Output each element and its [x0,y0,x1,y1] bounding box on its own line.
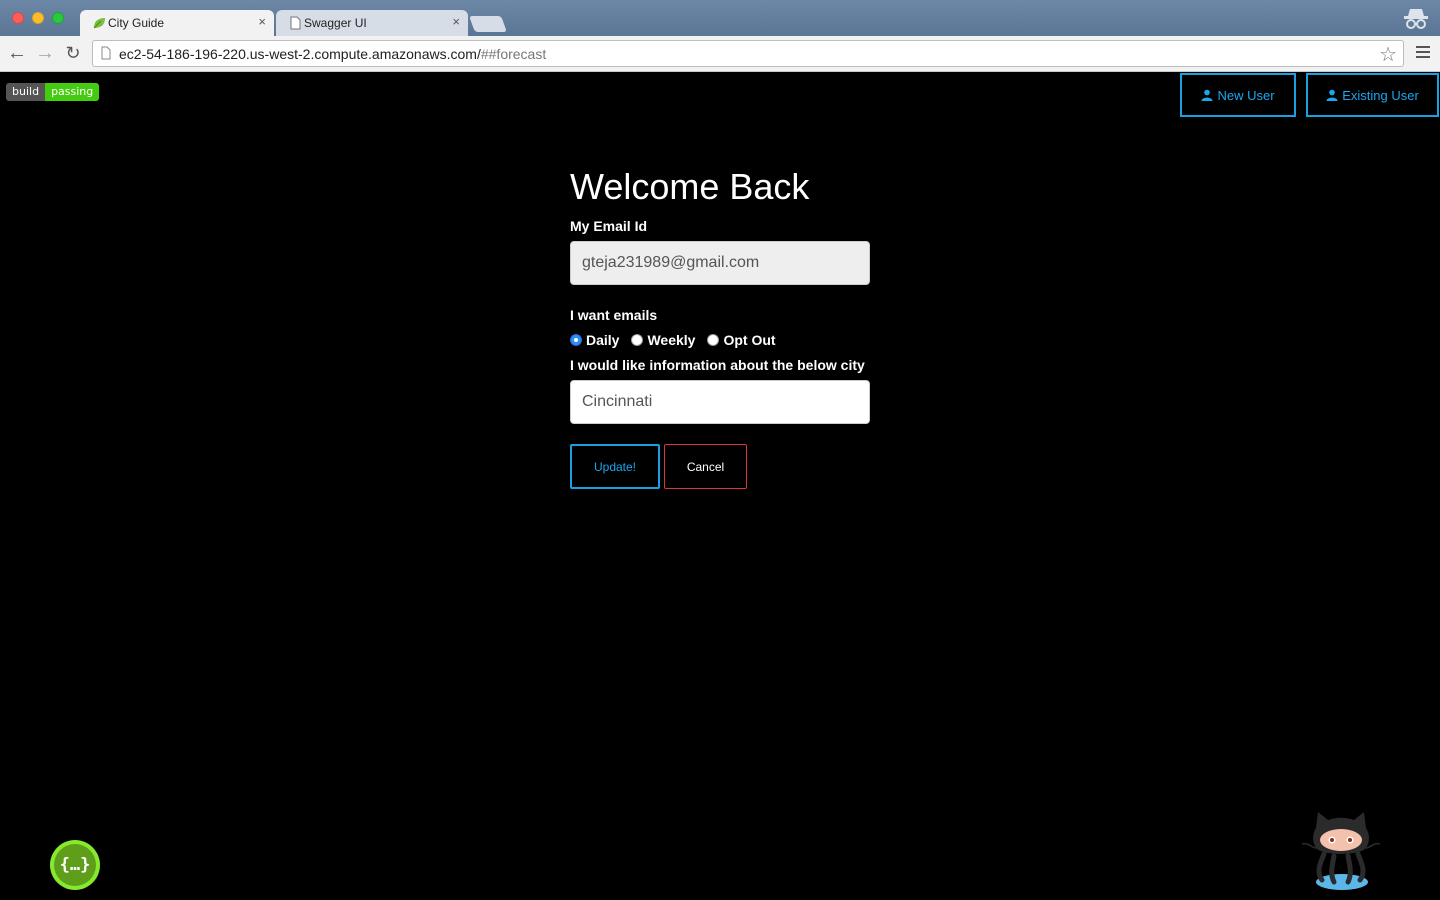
radio-button[interactable] [631,334,644,346]
radio-opt-out[interactable]: Opt Out [707,332,776,348]
email-frequency-radio-group: Daily Weekly Opt Out [570,332,788,348]
reload-icon[interactable]: ↻ [62,42,84,64]
tab-city-guide[interactable]: City Guide × [80,10,274,36]
page-icon [101,46,111,60]
email-field[interactable]: gteja231989@gmail.com [570,241,870,285]
close-tab-icon[interactable]: × [258,14,266,29]
close-tab-icon[interactable]: × [452,14,460,29]
swagger-logo-icon[interactable]: {…} [50,840,100,890]
build-status-badge[interactable]: build passing [6,83,100,101]
radio-button[interactable] [707,334,720,346]
new-user-label: New User [1217,87,1275,103]
cancel-button[interactable]: Cancel [664,444,747,489]
radio-label: Daily [586,332,620,348]
incognito-icon [1404,9,1428,29]
browser-chrome: City Guide × Swagger UI × ← → ↻ ec2-54-1… [0,0,1440,72]
radio-daily[interactable]: Daily [570,332,619,348]
update-button[interactable]: Update! [570,444,660,489]
email-label: My Email Id [570,218,648,234]
menu-icon[interactable] [1416,46,1430,60]
new-tab-button[interactable] [469,16,507,32]
radio-weekly[interactable]: Weekly [631,332,695,348]
radio-button[interactable] [570,334,582,346]
user-icon [1326,89,1338,101]
badge-status: passing [45,83,100,101]
tab-title: City Guide [108,16,165,30]
minimize-window-button[interactable] [32,12,44,24]
browser-toolbar: ← → ↻ ec2-54-186-196-220.us-west-2.compu… [0,36,1440,72]
document-favicon-icon [290,16,301,30]
tab-bar: City Guide × Swagger UI × [0,0,1440,36]
emails-frequency-label: I want emails [570,307,658,323]
new-user-button[interactable]: New User [1180,73,1296,117]
address-bar[interactable]: ec2-54-186-196-220.us-west-2.compute.ama… [92,40,1404,67]
city-label: I would like information about the below… [570,357,865,373]
tab-swagger-ui[interactable]: Swagger UI × [276,10,468,36]
url-text: ec2-54-186-196-220.us-west-2.compute.ama… [119,46,547,62]
page-title: Welcome Back [570,166,810,207]
bookmark-star-icon[interactable]: ☆ [1379,42,1397,67]
badge-label: build [6,83,46,101]
radio-label: Opt Out [723,332,776,348]
existing-user-label: Existing User [1342,87,1419,103]
back-arrow-icon[interactable]: ← [6,42,28,64]
existing-user-button[interactable]: Existing User [1306,73,1439,117]
radio-label: Weekly [647,332,696,348]
city-input[interactable]: Cincinnati [570,380,870,424]
swagger-glyph: {…} [54,844,96,886]
tab-title: Swagger UI [304,16,367,30]
forward-arrow-icon[interactable]: → [34,42,56,64]
leaf-favicon-icon [93,18,105,29]
close-window-button[interactable] [12,12,24,24]
octocat-icon[interactable] [1296,808,1386,892]
user-icon [1201,89,1213,101]
maximize-window-button[interactable] [52,12,64,24]
